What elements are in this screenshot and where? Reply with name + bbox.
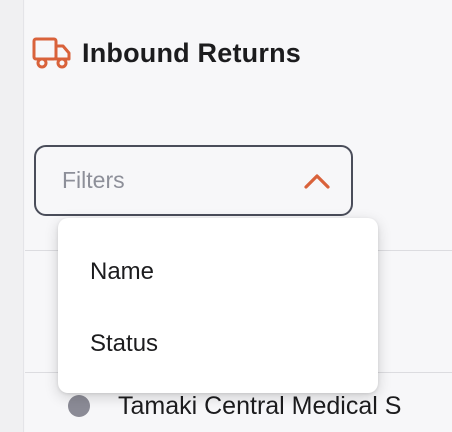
filters-dropdown-menu: Name Status (58, 218, 378, 393)
list-item-label: Tamaki Central Medical S (118, 391, 402, 420)
panel-header: Inbound Returns (32, 34, 301, 72)
filter-option-name[interactable]: Name (58, 236, 378, 308)
left-rail (0, 0, 24, 432)
filters-select[interactable]: Filters (34, 145, 353, 216)
status-dot (68, 395, 90, 417)
filters-placeholder: Filters (62, 167, 125, 193)
truck-icon (32, 35, 72, 71)
page-title: Inbound Returns (82, 37, 301, 68)
filter-option-status[interactable]: Status (58, 308, 378, 380)
app-window: Inbound Returns Filters Tamaki Central M… (0, 0, 452, 432)
chevron-up-icon[interactable] (303, 172, 331, 190)
